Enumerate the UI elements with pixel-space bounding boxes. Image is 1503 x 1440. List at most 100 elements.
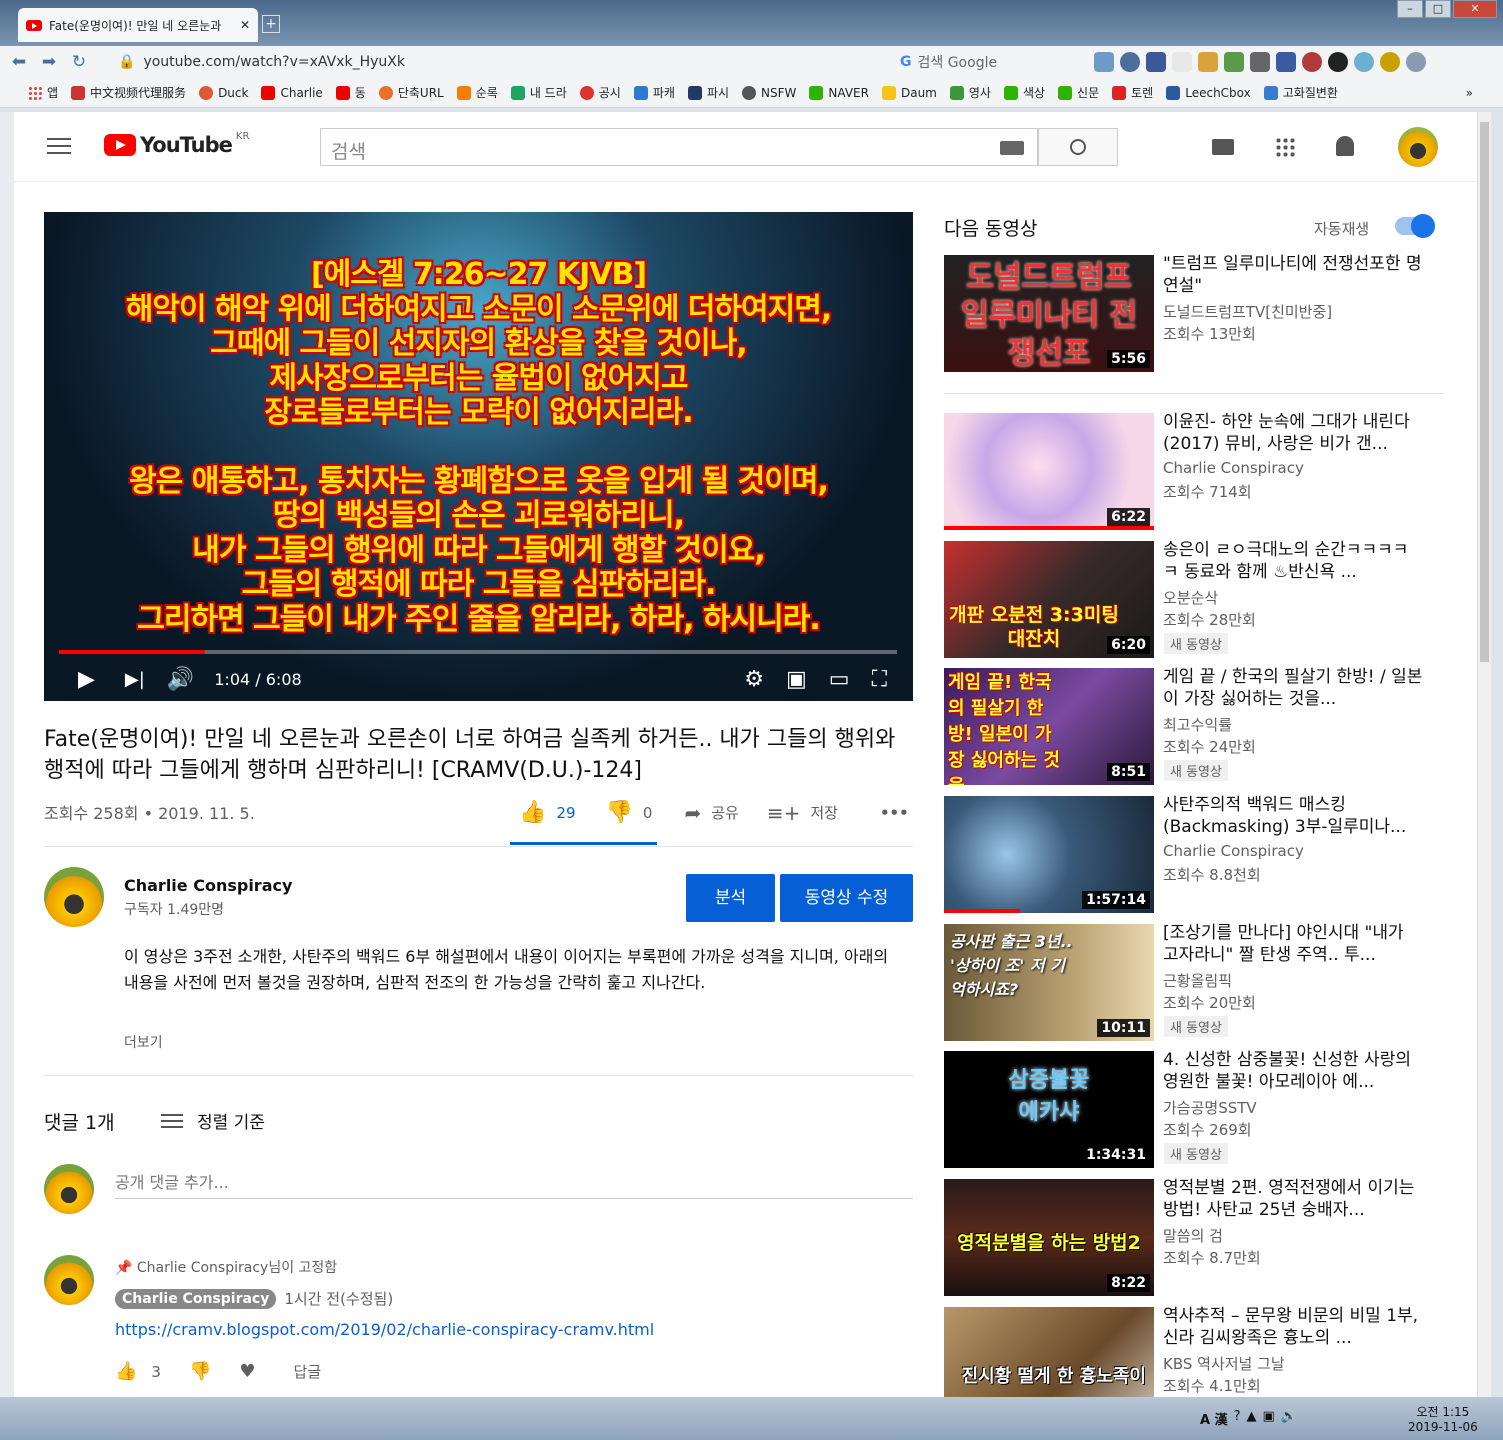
home-icon[interactable] (1094, 52, 1114, 72)
account-avatar[interactable] (1398, 127, 1438, 167)
sort-comments-button[interactable]: 정렬 기준 (161, 1108, 265, 1133)
bookmark-item[interactable]: 색상 (1003, 84, 1045, 101)
bookmark-item[interactable]: 내 드라 (510, 84, 567, 101)
keyboard-icon[interactable] (1000, 141, 1024, 155)
browser-search-box[interactable]: G 검색 Google (900, 50, 1088, 74)
related-video[interactable]: 영적분별을 하는 방법2 8:22 영적분별 2편. 영적전쟁에서 이기는 방법… (944, 1178, 1464, 1297)
comment-input[interactable]: 공개 댓글 추가... (115, 1169, 913, 1199)
bookmark-item[interactable]: 파캐 (633, 84, 675, 101)
settings-icon[interactable] (1406, 52, 1426, 72)
video-thumbnail[interactable]: 진시황 떨게 한 흉노족이 (944, 1307, 1154, 1397)
related-video[interactable]: 게임 끝! 한국의 필살기 한방! 일본이 가장 싫어하는 것을... 8:51… (944, 667, 1464, 786)
maximize-icon[interactable]: □ (1425, 0, 1451, 18)
ime-indicator[interactable]: A 漢 (1200, 1409, 1228, 1428)
dislike-button[interactable]: 👎 0 (606, 800, 653, 825)
video-thumbnail[interactable]: 영적분별을 하는 방법2 8:22 (944, 1179, 1154, 1296)
minimize-icon[interactable]: – (1397, 0, 1423, 18)
heart-icon[interactable]: ♥ (239, 1361, 255, 1382)
youtube-logo[interactable]: YouTube KR (104, 131, 249, 157)
extension-icon[interactable] (1250, 52, 1270, 72)
tray-arrow-icon[interactable]: ▲ (1247, 1409, 1257, 1428)
volume-tray-icon[interactable]: 🔊 (1281, 1409, 1297, 1428)
bookmarks-overflow[interactable]: » (1466, 86, 1503, 100)
search-button[interactable] (1038, 128, 1118, 166)
back-icon[interactable]: ⬅ (8, 52, 30, 72)
video-thumbnail[interactable]: 게임 끝! 한국의 필살기 한방! 일본이 가장 싫어하는 것을... 8:51 (944, 668, 1154, 785)
menu-icon[interactable] (47, 138, 71, 156)
comment-author[interactable]: Charlie Conspiracy (115, 1288, 277, 1309)
bookmark-item[interactable]: 영사 (949, 84, 991, 101)
extension-icon[interactable] (1224, 52, 1244, 72)
related-video[interactable]: 6:22 이윤진- 하얀 눈속에 그대가 내린다 (2017) 뮤비, 사랑은 … (944, 412, 1464, 531)
facebook-icon[interactable] (1146, 52, 1166, 72)
settings-gear-icon[interactable]: ⚙ (744, 667, 764, 692)
video-thumbnail[interactable]: 삼중불꽃 에카샤 1:34:31 (944, 1051, 1154, 1168)
comment-time[interactable]: 1시간 전(수정됨) (284, 1288, 393, 1309)
browser-tab[interactable]: Fate(운명이여)! 만일 네 오른눈과 ✕ (18, 8, 258, 42)
create-video-icon[interactable] (1212, 139, 1234, 155)
scrollbar-thumb[interactable] (1480, 122, 1489, 662)
bookmark-item[interactable]: NAVER (809, 85, 869, 100)
comment-dislike-icon[interactable]: 👎 (189, 1361, 211, 1382)
network-icon[interactable]: ▣ (1263, 1409, 1275, 1428)
channel-name[interactable]: Charlie Conspiracy (124, 876, 292, 895)
video-thumbnail[interactable]: 6:22 (944, 413, 1154, 530)
related-video[interactable]: 진시황 떨게 한 흉노족이 역사추적 – 문무왕 비문의 비밀 1부, 신라 김… (944, 1306, 1464, 1397)
bookmark-item[interactable]: NSFW (742, 85, 796, 100)
video-thumbnail[interactable]: 도널드트럼프 일루미나티 전쟁선포 5:56 (944, 255, 1154, 372)
analytics-button[interactable]: 분석 (686, 874, 775, 922)
share-button[interactable]: ➦ 공유 (684, 801, 738, 825)
extension-icon[interactable] (1198, 52, 1218, 72)
reply-button[interactable]: 답글 (294, 1361, 322, 1382)
forward-icon[interactable]: ➡ (38, 52, 60, 72)
extension-icon[interactable] (1328, 52, 1348, 72)
apps-grid-icon[interactable] (1275, 137, 1295, 157)
notifications-bell-icon[interactable] (1336, 136, 1354, 156)
search-input[interactable]: 검색 (320, 128, 1038, 166)
bookmark-item[interactable]: Daum (881, 85, 937, 100)
related-video[interactable]: 개판 오분전 3:3미팅대잔치 6:20 송은이 ㄹㅇ극대노의 순간ㅋㅋㅋㅋㅋ … (944, 540, 1464, 659)
show-more-link[interactable]: 더보기 (124, 1032, 163, 1052)
bookmark-item[interactable]: 신문 (1058, 84, 1099, 101)
fullscreen-icon[interactable]: ⛶ (872, 667, 887, 692)
bookmark-item[interactable]: 토렌 (1112, 84, 1153, 101)
video-progress-bar[interactable] (59, 650, 897, 654)
extension-icon[interactable] (1120, 52, 1140, 72)
page-scrollbar[interactable] (1477, 112, 1491, 1397)
save-button[interactable]: ≡+ 저장 (767, 801, 838, 825)
video-thumbnail[interactable]: 개판 오분전 3:3미팅대잔치 6:20 (944, 541, 1154, 658)
video-thumbnail[interactable]: 1:57:14 (944, 796, 1154, 913)
tab-close-icon[interactable]: ✕ (240, 18, 250, 32)
bookmark-item[interactable]: 순록 (456, 84, 498, 101)
bookmark-item[interactable]: 공시 (579, 84, 621, 101)
bookmark-item[interactable]: 앱 (28, 84, 58, 101)
extension-icon[interactable] (1302, 52, 1322, 72)
comment-link[interactable]: https://cramv.blogspot.com/2019/02/charl… (115, 1320, 654, 1339)
extension-icon[interactable] (1276, 52, 1296, 72)
autoplay-toggle[interactable] (1395, 214, 1435, 238)
reload-icon[interactable]: ↻ (68, 52, 90, 72)
related-video[interactable]: 삼중불꽃 에카샤 1:34:31 4. 신성한 삼중불꽃! 신성한 사랑의 영원… (944, 1050, 1464, 1169)
related-video[interactable]: 1:57:14 사탄주의적 백워드 매스킹 (Backmasking) 3부-일… (944, 795, 1464, 914)
next-icon[interactable]: ▶| (125, 669, 145, 690)
commenter-avatar[interactable] (44, 1255, 94, 1305)
video-player[interactable]: [에스겔 7:26~27 KJVB] 해악이 해악 위에 더하여지고 소문이 소… (44, 212, 913, 701)
volume-icon[interactable]: 🔊 (167, 667, 194, 692)
play-icon[interactable]: ▶ (78, 667, 95, 692)
help-icon[interactable]: ? (1234, 1409, 1241, 1428)
related-video[interactable]: 도널드트럼프 일루미나티 전쟁선포 5:56 "트럼프 일루미나티에 전쟁선포한… (944, 254, 1464, 373)
theater-mode-icon[interactable]: ▭ (829, 667, 850, 692)
more-actions-icon[interactable]: ••• (880, 804, 909, 822)
like-button[interactable]: 👍 29 (519, 800, 576, 825)
bookmark-item[interactable]: 파시 (687, 84, 729, 101)
channel-avatar[interactable] (44, 867, 104, 927)
edit-video-button[interactable]: 동영상 수정 (780, 874, 913, 922)
ebay-icon[interactable] (1172, 52, 1192, 72)
extension-icon[interactable] (1354, 52, 1374, 72)
new-tab-button[interactable]: + (262, 15, 280, 33)
bookmark-item[interactable]: 고화질변환 (1263, 84, 1338, 101)
bookmark-item[interactable]: Charlie (261, 85, 323, 100)
bookmark-item[interactable]: Duck (199, 85, 248, 100)
video-thumbnail[interactable]: 공사판 출근 3년.. '상하이 조' 저 기억하시죠? 10:11 (944, 924, 1154, 1041)
related-video[interactable]: 공사판 출근 3년.. '상하이 조' 저 기억하시죠? 10:11 [조상기를… (944, 923, 1464, 1042)
